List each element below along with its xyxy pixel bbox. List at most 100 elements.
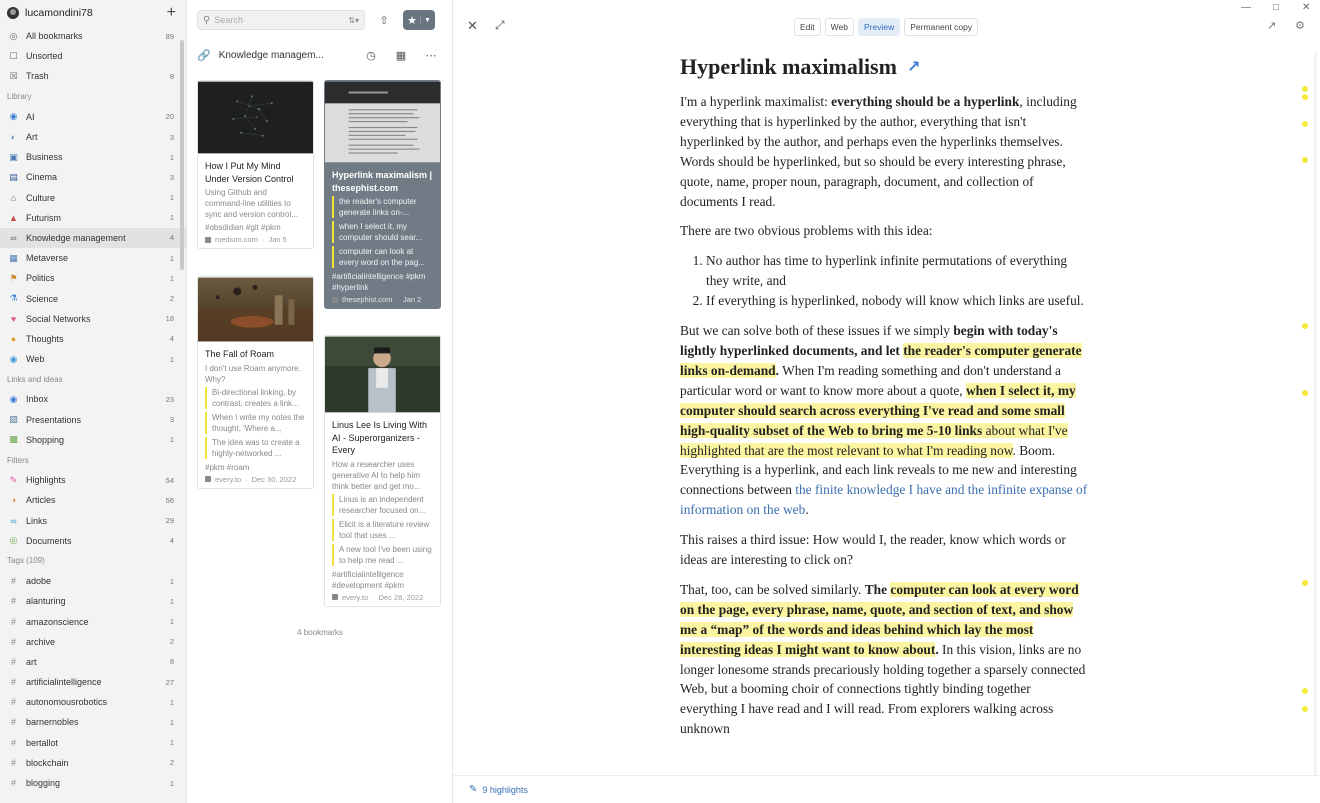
minimap-marker[interactable] — [1302, 86, 1308, 92]
sort-clock-icon[interactable]: ◷ — [360, 45, 382, 65]
favorite-button[interactable]: ★ ▼ — [403, 10, 435, 30]
close-window-icon[interactable]: ✕ — [1302, 2, 1310, 13]
minimap-marker[interactable] — [1302, 94, 1308, 100]
sidebar-item-adobe[interactable]: # adobe 1 — [0, 571, 186, 591]
user-row[interactable]: lucamondini78 + — [0, 0, 186, 26]
search-box[interactable]: ⚲ ⇅▾ — [197, 10, 365, 30]
card-title[interactable]: Linus Lee Is Living With AI - Superorgan… — [332, 419, 433, 457]
sidebar-item-ai[interactable]: ◉ AI 20 — [0, 107, 186, 127]
sidebar-item-social-networks[interactable]: ♥ Social Networks 18 — [0, 309, 186, 329]
sidebar-item-presentations[interactable]: ▨ Presentations 3 — [0, 410, 186, 430]
minimap-marker[interactable] — [1302, 706, 1308, 712]
card-thumbnail — [325, 336, 440, 413]
sidebar-item-all-bookmarks[interactable]: ◎ All bookmarks 89 — [0, 26, 186, 46]
link-icon: 🔗 — [197, 49, 211, 62]
sidebar-item-documents[interactable]: ◎ Documents 4 — [0, 531, 186, 551]
sidebar-item-science[interactable]: ⚗ Science 2 — [0, 288, 186, 308]
sidebar-item-bertallot[interactable]: # bertallot 1 — [0, 733, 186, 753]
sidebar-item-business[interactable]: ▣ Business 1 — [0, 147, 186, 167]
sidebar-item-blockchain[interactable]: # blockchain 2 — [0, 753, 186, 773]
sidebar-item-culture[interactable]: ⌂ Culture 1 — [0, 188, 186, 208]
card-tags[interactable]: #pkm #roam — [205, 462, 306, 473]
sidebar-item-cinema[interactable]: ▤ Cinema 3 — [0, 167, 186, 187]
search-input[interactable] — [214, 15, 345, 25]
sidebar-item-archive[interactable]: # archive 2 — [0, 632, 186, 652]
card-title[interactable]: Hyperlink maximalism | thesephist.com — [332, 169, 433, 194]
bookmark-card[interactable]: The Fall of Roam I don't use Roam anymor… — [197, 276, 314, 489]
card-tags[interactable]: #obsdidian #git #pkm — [205, 222, 306, 233]
minimap-marker[interactable] — [1302, 688, 1308, 694]
bookmark-card[interactable]: How I Put My Mind Under Version Control … — [197, 80, 314, 249]
sidebar-item-barnernobles[interactable]: # barnernobles 1 — [0, 712, 186, 732]
bookmark-card-selected[interactable]: Hyperlink maximalism | thesephist.com th… — [324, 80, 441, 309]
sidebar-item-count: 1 — [169, 435, 174, 445]
sidebar-item-art[interactable]: # art 8 — [0, 652, 186, 672]
share-button[interactable]: ⇧ — [373, 10, 395, 30]
reader-scrollbar[interactable] — [1314, 52, 1317, 775]
close-icon[interactable]: ✕ — [467, 18, 478, 34]
expand-icon[interactable]: ⤢ — [495, 18, 505, 33]
sidebar-scrollbar[interactable] — [180, 40, 184, 270]
tab-permanent-copy[interactable]: Permanent copy — [904, 18, 979, 36]
view-grid-icon[interactable]: ▦ — [390, 45, 412, 65]
highlighter-icon: ✎ — [9, 474, 18, 485]
sidebar-item-art[interactable]: ◐ Art 3 — [0, 127, 186, 147]
add-collection-button[interactable]: + — [167, 5, 176, 21]
card-title[interactable]: How I Put My Mind Under Version Control — [205, 160, 306, 185]
sidebar-item-count: 2 — [169, 637, 174, 647]
sidebar-item-amazonscience[interactable]: # amazonscience 1 — [0, 611, 186, 631]
settings-gear-icon[interactable]: ⚙ — [1295, 19, 1305, 32]
chevron-down-icon[interactable]: ▼ — [419, 16, 431, 24]
museum-icon: ⌂ — [10, 192, 17, 203]
bookmark-card[interactable]: Linus Lee Is Living With AI - Superorgan… — [324, 335, 441, 607]
sidebar-item-inbox[interactable]: ◉ Inbox 23 — [0, 389, 186, 409]
sidebar-item-count: 3 — [169, 172, 174, 182]
sidebar-item-futurism[interactable]: ▲ Futurism 1 — [0, 208, 186, 228]
sidebar-item-alanturing[interactable]: # alanturing 1 — [0, 591, 186, 611]
sidebar-item-count: 1 — [169, 253, 174, 263]
card-tags[interactable]: #artificialintelligence #development #pk… — [332, 569, 433, 591]
filter-options-icon[interactable]: ⇅▾ — [348, 16, 359, 25]
sidebar-item-highlights[interactable]: ✎ Highlights 54 — [0, 470, 186, 490]
sidebar-item-shopping[interactable]: ▩ Shopping 1 — [0, 430, 186, 450]
sidebar-item-autonomousrobotics[interactable]: # autonomousrobotics 1 — [0, 692, 186, 712]
card-tags[interactable]: #artificialintelligence #pkm #hyperlink — [332, 271, 433, 293]
library-section-title: Library — [7, 92, 32, 102]
external-link-icon[interactable]: ↗ — [907, 52, 920, 82]
username[interactable]: lucamondini78 — [25, 7, 167, 19]
highlights-footer[interactable]: ✎ 9 highlights — [453, 775, 1320, 803]
sidebar-item-count: 20 — [165, 112, 174, 122]
sidebar-item-metaverse[interactable]: ▦ Metaverse 1 — [0, 248, 186, 268]
sidebar-item-thoughts[interactable]: ● Thoughts 4 — [0, 329, 186, 349]
links-section-title: Links and ideas — [7, 374, 63, 384]
tab-edit[interactable]: Edit — [794, 18, 821, 36]
minimap-marker[interactable] — [1302, 390, 1308, 396]
hash-icon: # — [10, 717, 16, 728]
card-meta: thesephist.com · Jan 2 — [332, 295, 433, 304]
maximize-window-icon[interactable]: □ — [1273, 2, 1279, 13]
tab-web[interactable]: Web — [824, 18, 854, 36]
minimap-marker[interactable] — [1302, 323, 1308, 329]
minimap-marker[interactable] — [1302, 121, 1308, 127]
card-title[interactable]: The Fall of Roam — [205, 348, 306, 361]
sidebar-item-articles[interactable]: ◑ Articles 56 — [0, 490, 186, 510]
minimap-marker[interactable] — [1302, 580, 1308, 586]
card-thumbnail — [325, 81, 440, 163]
avatar[interactable] — [7, 7, 19, 19]
sidebar-item-links[interactable]: ∞ Links 29 — [0, 511, 186, 531]
sidebar-item-blogging[interactable]: # blogging 1 — [0, 773, 186, 793]
minimap-marker[interactable] — [1302, 157, 1308, 163]
sidebar-item-web[interactable]: ◉ Web 1 — [0, 349, 186, 369]
palette-icon: ◐ — [10, 132, 17, 143]
sidebar-item-trash[interactable]: ☒ Trash 8 — [0, 66, 186, 86]
sidebar-item-knowledge-management[interactable]: ∞ Knowledge management 4 — [0, 227, 186, 249]
sidebar-item-artificialintelligence[interactable]: # artificialintelligence 27 — [0, 672, 186, 692]
sidebar-item-unsorted[interactable]: ☐ Unsorted — [0, 46, 186, 66]
more-options-icon[interactable]: ⋯ — [420, 45, 442, 65]
open-external-icon[interactable]: ↗ — [1267, 19, 1276, 32]
highlights-count[interactable]: 9 highlights — [482, 785, 528, 795]
minimize-window-icon[interactable]: — — [1241, 2, 1251, 13]
tab-preview[interactable]: Preview — [857, 18, 901, 36]
sidebar-item-politics[interactable]: ⚑ Politics 1 — [0, 268, 186, 288]
collection-title[interactable]: Knowledge managem... — [219, 50, 352, 61]
